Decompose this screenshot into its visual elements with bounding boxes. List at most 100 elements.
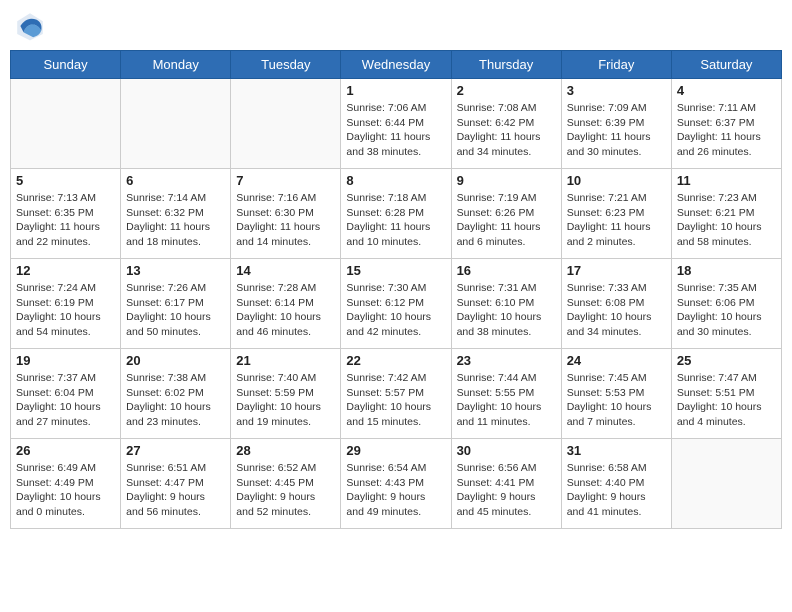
- calendar-day-cell: 8 Sunrise: 7:18 AMSunset: 6:28 PMDaylight…: [341, 169, 451, 259]
- day-info: Sunrise: 7:31 AMSunset: 6:10 PMDaylight:…: [457, 281, 556, 340]
- calendar-week-row: 1 Sunrise: 7:06 AMSunset: 6:44 PMDaylight…: [11, 79, 782, 169]
- calendar-day-cell: 19Sunrise: 7:37 AMSunset: 6:04 PMDayligh…: [11, 349, 121, 439]
- logo-icon: [14, 10, 46, 42]
- day-number: 24: [567, 353, 666, 368]
- header-row: SundayMondayTuesdayWednesdayThursdayFrid…: [11, 51, 782, 79]
- day-info: Sunrise: 7:16 AMSunset: 6:30 PMDaylight:…: [236, 191, 335, 250]
- calendar-day-cell: 13 Sunrise: 7:26 AMSunset: 6:17 PMDayligh…: [121, 259, 231, 349]
- calendar-day-cell: 10Sunrise: 7:21 AMSunset: 6:23 PMDayligh…: [561, 169, 671, 259]
- day-number: 4: [677, 83, 776, 98]
- day-number: 1: [346, 83, 445, 98]
- day-info: Sunrise: 7:40 AMSunset: 5:59 PMDaylight:…: [236, 371, 335, 430]
- calendar-day-cell: 17 Sunrise: 7:33 AMSunset: 6:08 PMDayligh…: [561, 259, 671, 349]
- day-info: Sunrise: 7:18 AMSunset: 6:28 PMDaylight:…: [346, 191, 445, 250]
- calendar-week-row: 19Sunrise: 7:37 AMSunset: 6:04 PMDayligh…: [11, 349, 782, 439]
- day-number: 22: [346, 353, 445, 368]
- calendar-day-cell: [11, 79, 121, 169]
- calendar-day-cell: 11 Sunrise: 7:23 AMSunset: 6:21 PMDayligh…: [671, 169, 781, 259]
- day-header-saturday: Saturday: [671, 51, 781, 79]
- day-info: Sunrise: 6:58 AMSunset: 4:40 PMDaylight:…: [567, 461, 666, 520]
- day-number: 16: [457, 263, 556, 278]
- calendar-day-cell: 26Sunrise: 6:49 AMSunset: 4:49 PMDayligh…: [11, 439, 121, 529]
- calendar-day-cell: 30 Sunrise: 6:56 AMSunset: 4:41 PMDayligh…: [451, 439, 561, 529]
- calendar-day-cell: 29 Sunrise: 6:54 AMSunset: 4:43 PMDayligh…: [341, 439, 451, 529]
- day-number: 15: [346, 263, 445, 278]
- day-number: 11: [677, 173, 776, 188]
- calendar-day-cell: 22 Sunrise: 7:42 AMSunset: 5:57 PMDayligh…: [341, 349, 451, 439]
- day-number: 20: [126, 353, 225, 368]
- calendar-day-cell: 4 Sunrise: 7:11 AMSunset: 6:37 PMDaylight…: [671, 79, 781, 169]
- day-info: Sunrise: 7:28 AMSunset: 6:14 PMDaylight:…: [236, 281, 335, 340]
- calendar-header: SundayMondayTuesdayWednesdayThursdayFrid…: [11, 51, 782, 79]
- day-number: 14: [236, 263, 335, 278]
- calendar-day-cell: 25 Sunrise: 7:47 AMSunset: 5:51 PMDayligh…: [671, 349, 781, 439]
- calendar-day-cell: 7 Sunrise: 7:16 AMSunset: 6:30 PMDaylight…: [231, 169, 341, 259]
- calendar-day-cell: 5 Sunrise: 7:13 AMSunset: 6:35 PMDaylight…: [11, 169, 121, 259]
- day-header-sunday: Sunday: [11, 51, 121, 79]
- day-number: 13: [126, 263, 225, 278]
- calendar-day-cell: 23 Sunrise: 7:44 AMSunset: 5:55 PMDayligh…: [451, 349, 561, 439]
- calendar-body: 1 Sunrise: 7:06 AMSunset: 6:44 PMDaylight…: [11, 79, 782, 529]
- calendar-week-row: 26Sunrise: 6:49 AMSunset: 4:49 PMDayligh…: [11, 439, 782, 529]
- day-header-wednesday: Wednesday: [341, 51, 451, 79]
- day-number: 8: [346, 173, 445, 188]
- calendar-day-cell: [231, 79, 341, 169]
- day-info: Sunrise: 7:44 AMSunset: 5:55 PMDaylight:…: [457, 371, 556, 430]
- day-number: 2: [457, 83, 556, 98]
- day-info: Sunrise: 7:21 AMSunset: 6:23 PMDaylight:…: [567, 191, 666, 250]
- logo: [14, 10, 50, 42]
- day-number: 25: [677, 353, 776, 368]
- day-info: Sunrise: 7:47 AMSunset: 5:51 PMDaylight:…: [677, 371, 776, 430]
- day-header-friday: Friday: [561, 51, 671, 79]
- calendar-day-cell: 6 Sunrise: 7:14 AMSunset: 6:32 PMDaylight…: [121, 169, 231, 259]
- calendar-day-cell: 16 Sunrise: 7:31 AMSunset: 6:10 PMDayligh…: [451, 259, 561, 349]
- day-number: 9: [457, 173, 556, 188]
- calendar-week-row: 5 Sunrise: 7:13 AMSunset: 6:35 PMDaylight…: [11, 169, 782, 259]
- calendar-day-cell: 3Sunrise: 7:09 AMSunset: 6:39 PMDaylight…: [561, 79, 671, 169]
- day-number: 30: [457, 443, 556, 458]
- day-info: Sunrise: 7:13 AMSunset: 6:35 PMDaylight:…: [16, 191, 115, 250]
- calendar-day-cell: 15Sunrise: 7:30 AMSunset: 6:12 PMDayligh…: [341, 259, 451, 349]
- calendar-day-cell: 12Sunrise: 7:24 AMSunset: 6:19 PMDayligh…: [11, 259, 121, 349]
- calendar-day-cell: 28Sunrise: 6:52 AMSunset: 4:45 PMDayligh…: [231, 439, 341, 529]
- day-info: Sunrise: 7:33 AMSunset: 6:08 PMDaylight:…: [567, 281, 666, 340]
- day-number: 23: [457, 353, 556, 368]
- day-number: 12: [16, 263, 115, 278]
- page-header: [10, 10, 782, 42]
- day-info: Sunrise: 7:06 AMSunset: 6:44 PMDaylight:…: [346, 101, 445, 160]
- day-info: Sunrise: 7:42 AMSunset: 5:57 PMDaylight:…: [346, 371, 445, 430]
- calendar-week-row: 12Sunrise: 7:24 AMSunset: 6:19 PMDayligh…: [11, 259, 782, 349]
- day-header-tuesday: Tuesday: [231, 51, 341, 79]
- day-info: Sunrise: 7:38 AMSunset: 6:02 PMDaylight:…: [126, 371, 225, 430]
- day-number: 5: [16, 173, 115, 188]
- day-header-monday: Monday: [121, 51, 231, 79]
- day-info: Sunrise: 7:23 AMSunset: 6:21 PMDaylight:…: [677, 191, 776, 250]
- day-info: Sunrise: 6:54 AMSunset: 4:43 PMDaylight:…: [346, 461, 445, 520]
- calendar-day-cell: 18Sunrise: 7:35 AMSunset: 6:06 PMDayligh…: [671, 259, 781, 349]
- day-number: 7: [236, 173, 335, 188]
- day-info: Sunrise: 6:56 AMSunset: 4:41 PMDaylight:…: [457, 461, 556, 520]
- day-number: 18: [677, 263, 776, 278]
- calendar-day-cell: 2 Sunrise: 7:08 AMSunset: 6:42 PMDaylight…: [451, 79, 561, 169]
- calendar-day-cell: 20 Sunrise: 7:38 AMSunset: 6:02 PMDayligh…: [121, 349, 231, 439]
- day-number: 6: [126, 173, 225, 188]
- day-info: Sunrise: 6:49 AMSunset: 4:49 PMDaylight:…: [16, 461, 115, 520]
- day-header-thursday: Thursday: [451, 51, 561, 79]
- day-number: 17: [567, 263, 666, 278]
- day-info: Sunrise: 7:45 AMSunset: 5:53 PMDaylight:…: [567, 371, 666, 430]
- day-number: 21: [236, 353, 335, 368]
- day-info: Sunrise: 7:19 AMSunset: 6:26 PMDaylight:…: [457, 191, 556, 250]
- calendar-day-cell: 1 Sunrise: 7:06 AMSunset: 6:44 PMDaylight…: [341, 79, 451, 169]
- calendar-day-cell: [671, 439, 781, 529]
- calendar-day-cell: 14 Sunrise: 7:28 AMSunset: 6:14 PMDayligh…: [231, 259, 341, 349]
- day-number: 19: [16, 353, 115, 368]
- day-number: 29: [346, 443, 445, 458]
- day-info: Sunrise: 7:11 AMSunset: 6:37 PMDaylight:…: [677, 101, 776, 160]
- day-info: Sunrise: 6:52 AMSunset: 4:45 PMDaylight:…: [236, 461, 335, 520]
- day-number: 3: [567, 83, 666, 98]
- day-info: Sunrise: 7:26 AMSunset: 6:17 PMDaylight:…: [126, 281, 225, 340]
- calendar-day-cell: 24 Sunrise: 7:45 AMSunset: 5:53 PMDayligh…: [561, 349, 671, 439]
- calendar-day-cell: 27Sunrise: 6:51 AMSunset: 4:47 PMDayligh…: [121, 439, 231, 529]
- day-info: Sunrise: 7:14 AMSunset: 6:32 PMDaylight:…: [126, 191, 225, 250]
- day-info: Sunrise: 7:08 AMSunset: 6:42 PMDaylight:…: [457, 101, 556, 160]
